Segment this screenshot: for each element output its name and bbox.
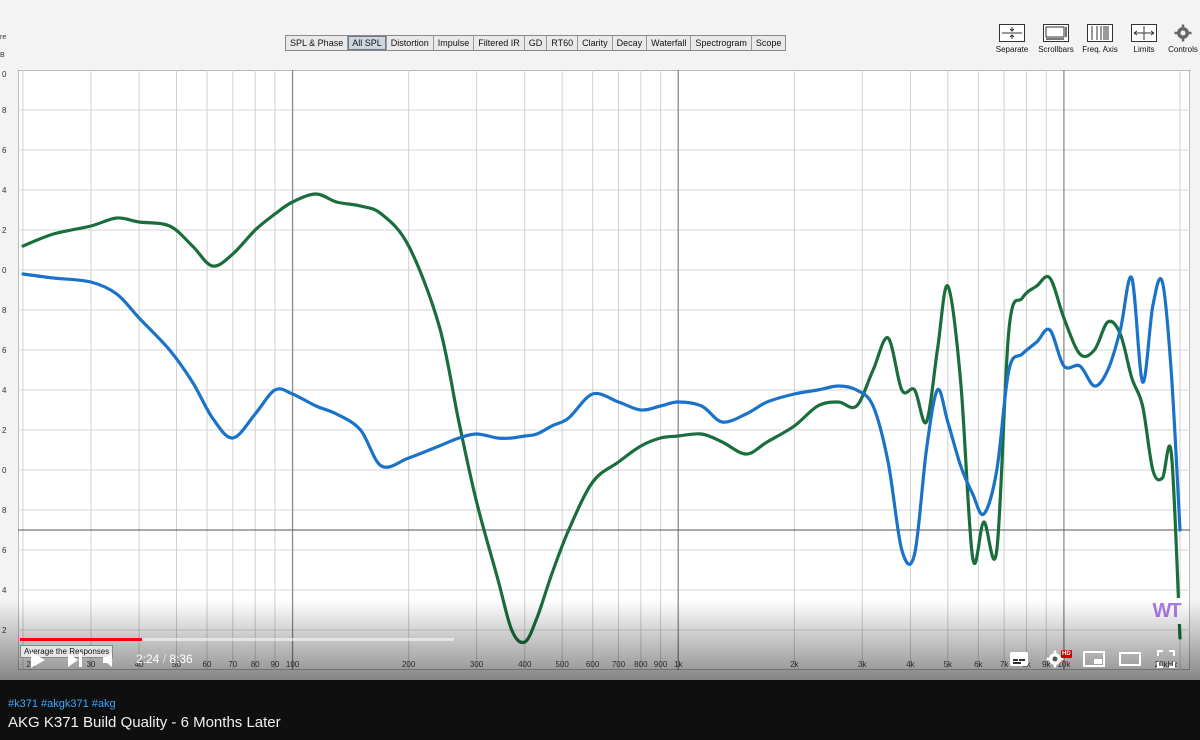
x-tick-label: 4k: [906, 660, 915, 669]
time-display: 2:24 / 8:36: [136, 652, 193, 666]
volume-icon: [103, 653, 112, 667]
video-hashtags[interactable]: #k371 #akgk371 #akg: [8, 698, 116, 710]
next-icon: [68, 653, 82, 667]
hd-badge: HD: [1061, 650, 1072, 658]
theater-icon: [1119, 652, 1141, 666]
gear-icon: [1173, 24, 1193, 42]
subtitles-icon: [1010, 652, 1028, 666]
tab-scope[interactable]: Scope: [752, 36, 786, 50]
tab-rt60[interactable]: RT60: [547, 36, 579, 50]
miniplayer-button[interactable]: [1083, 651, 1105, 672]
progress-bar[interactable]: [20, 638, 454, 641]
tab-decay[interactable]: Decay: [613, 36, 648, 50]
play-button[interactable]: [30, 651, 46, 674]
y-tick-label: 2: [2, 226, 7, 235]
y-tick-label: 4: [2, 386, 7, 395]
y-tick-label: 0: [2, 266, 7, 275]
separate-icon: [999, 24, 1025, 42]
graph-tab-bar: SPL & Phase All SPL Distortion Impulse F…: [285, 35, 787, 51]
separate-label: Separate: [995, 45, 1029, 54]
subtitles-button[interactable]: [1009, 651, 1029, 672]
tab-waterfall[interactable]: Waterfall: [647, 36, 692, 50]
x-tick-label: 80: [251, 660, 260, 669]
scrollbars-icon: [1043, 24, 1069, 42]
tab-spectrogram[interactable]: Spectrogram: [691, 36, 752, 50]
x-tick-label: 800: [634, 660, 648, 669]
x-tick-label: 2k: [790, 660, 799, 669]
time-total: 8:36: [169, 652, 193, 666]
x-tick-label: 200: [402, 660, 416, 669]
video-player[interactable]: re B SPL & Phase All SPL Distortion Impu…: [0, 0, 1200, 680]
x-tick-label: 30: [86, 660, 95, 669]
y-tick-label: 8: [2, 106, 7, 115]
time-separator: /: [159, 652, 170, 666]
tab-spl-phase[interactable]: SPL & Phase: [286, 36, 349, 50]
x-tick-label: 60: [203, 660, 212, 669]
progress-played: [20, 638, 142, 641]
y-tick-label: 4: [2, 186, 7, 195]
y-axis-tick-labels: 0 8 6 4 2 0 8 6 4 2 0 8 6 4 2: [0, 70, 18, 670]
video-title: AKG K371 Build Quality - 6 Months Later: [8, 714, 281, 731]
y-tick-label: 6: [2, 146, 7, 155]
fullscreen-icon: [1157, 650, 1175, 668]
left-edge-labels: re B: [0, 34, 18, 59]
freq-axis-button[interactable]: Freq. Axis: [1078, 24, 1122, 54]
theater-mode-button[interactable]: [1119, 652, 1141, 671]
next-button[interactable]: [67, 652, 83, 673]
x-tick-label: 70: [228, 660, 237, 669]
freq-axis-icon: [1087, 24, 1113, 42]
volume-button[interactable]: [101, 651, 119, 674]
scrollbars-button[interactable]: Scrollbars: [1034, 24, 1078, 54]
left-label-unit: B: [0, 52, 5, 59]
separate-button[interactable]: Separate: [990, 24, 1034, 54]
video-info-section: #k371 #akgk371 #akg AKG K371 Build Quali…: [0, 680, 1200, 740]
play-icon: [31, 652, 45, 668]
y-tick-label: 6: [2, 546, 7, 555]
tab-clarity[interactable]: Clarity: [578, 36, 613, 50]
tab-impulse[interactable]: Impulse: [434, 36, 475, 50]
controls-button[interactable]: Controls: [1166, 24, 1200, 54]
channel-watermark-logo: WT: [1148, 598, 1184, 624]
limits-button[interactable]: Limits: [1122, 24, 1166, 54]
y-tick-label: 0: [2, 466, 7, 475]
x-tick-label: 5k: [944, 660, 953, 669]
x-tick-label: 300: [470, 660, 484, 669]
x-tick-label: 3k: [858, 660, 867, 669]
freq-axis-label: Freq. Axis: [1082, 45, 1118, 54]
rew-app-window: re B SPL & Phase All SPL Distortion Impu…: [0, 0, 1200, 680]
tab-gd[interactable]: GD: [525, 36, 548, 50]
spl-graph[interactable]: 2030405060708090100200300400500600700800…: [18, 70, 1190, 670]
tab-distortion[interactable]: Distortion: [387, 36, 434, 50]
y-tick-label: 8: [2, 306, 7, 315]
x-tick-label: 700: [612, 660, 626, 669]
x-tick-label: 7k: [1000, 660, 1009, 669]
miniplayer-icon: [1083, 651, 1105, 667]
x-tick-label: 900: [654, 660, 668, 669]
x-tick-label: 6k: [974, 660, 983, 669]
tab-all-spl[interactable]: All SPL: [348, 36, 387, 50]
limits-label: Limits: [1133, 45, 1155, 54]
time-current: 2:24: [136, 652, 160, 666]
y-tick-label: 2: [2, 626, 7, 635]
x-tick-label: 500: [555, 660, 569, 669]
controls-label: Controls: [1168, 45, 1198, 54]
scrollbars-label: Scrollbars: [1038, 45, 1074, 54]
y-tick-label: 0: [2, 70, 7, 79]
y-tick-label: 8: [2, 506, 7, 515]
limits-icon: [1131, 24, 1157, 42]
x-tick-label: 100: [286, 660, 300, 669]
y-tick-label: 4: [2, 586, 7, 595]
tab-filtered-ir[interactable]: Filtered IR: [474, 36, 525, 50]
x-tick-label: 600: [586, 660, 600, 669]
x-tick-label: 90: [270, 660, 279, 669]
y-tick-label: 2: [2, 426, 7, 435]
graph-toolbar: Separate Scrollbars Freq. Axis Limits Co…: [990, 24, 1200, 54]
fullscreen-button[interactable]: [1157, 650, 1175, 673]
x-tick-label: 400: [518, 660, 532, 669]
y-tick-label: 6: [2, 346, 7, 355]
x-tick-label: 1k: [674, 660, 683, 669]
left-label-top: re: [0, 34, 7, 41]
